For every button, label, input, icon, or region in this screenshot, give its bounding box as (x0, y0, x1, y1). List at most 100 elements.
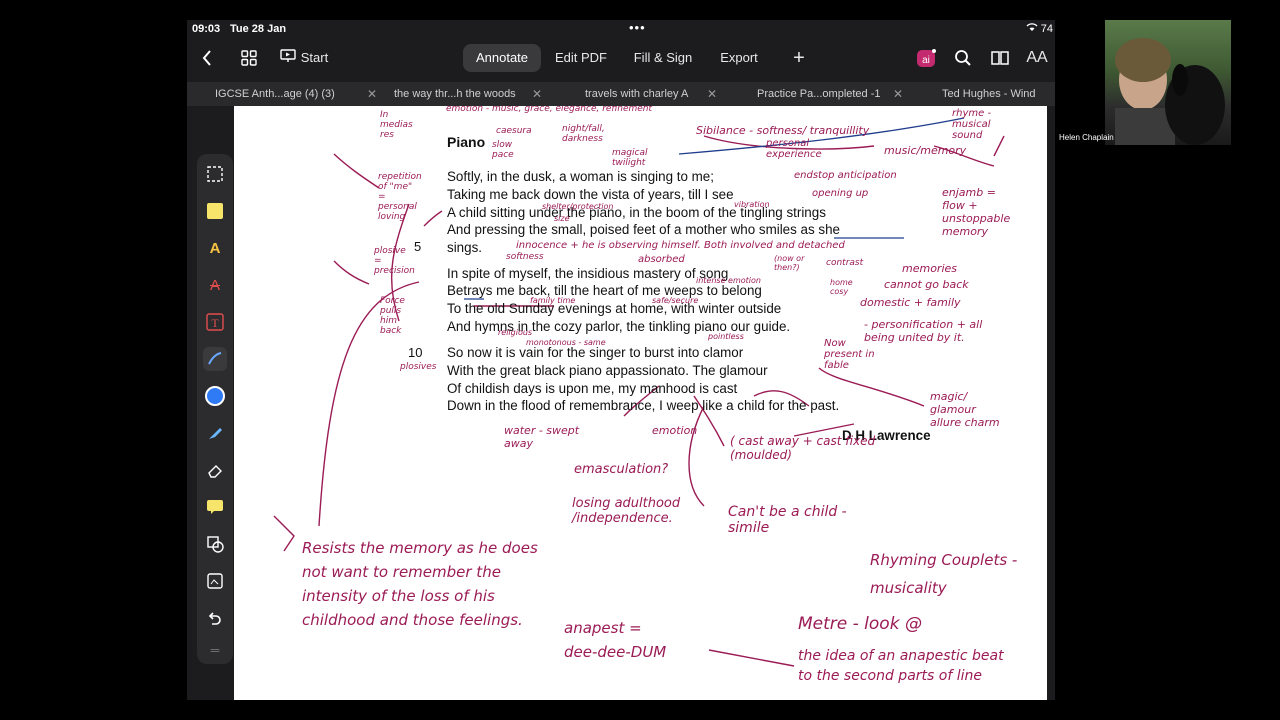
poem-line-6: In spite of myself, the insidious master… (447, 266, 729, 281)
annotation-enjamb: enjamb = flow + unstoppable memory (942, 186, 1011, 238)
search-icon[interactable] (949, 44, 977, 72)
annotation-intense-emotion: intense emotion (696, 276, 761, 285)
annotation-emasculation: emasculation? (574, 462, 669, 477)
close-icon[interactable]: ✕ (532, 82, 542, 106)
annotation-metre: Metre - look @ (798, 614, 922, 634)
annotate-tab[interactable]: Annotate (463, 44, 541, 72)
wifi-icon (1026, 23, 1041, 35)
annotation-softness: softness (506, 252, 544, 262)
chevron-left-icon[interactable] (193, 44, 221, 72)
annotation-vibration: vibration (734, 200, 770, 209)
export-tab[interactable]: Export (713, 44, 765, 72)
tab-igcse-anthology[interactable]: IGCSE Anth...age (4) (3) ✕ (215, 82, 377, 106)
annotation-now-present: Now present in fable (824, 338, 875, 371)
annotation-anapest: anapest = dee-dee-DUM (564, 619, 667, 661)
video-call-tile[interactable] (1105, 20, 1231, 145)
annotation-losing-adulthood: losing adulthood /independence. (572, 496, 681, 526)
poem-line-8: To the old Sunday evenings at home, with… (447, 301, 782, 316)
drag-handle-icon[interactable]: ═ (203, 638, 227, 662)
annotation-personification: - personification + all being united by … (864, 318, 983, 344)
edit-pdf-tab[interactable]: Edit PDF (549, 44, 613, 72)
document-tabs: IGCSE Anth...age (4) (3) ✕ the way thr...… (187, 82, 1055, 106)
annotation-rhyme: rhyme - musical sound (952, 108, 992, 141)
color-picker-icon[interactable] (203, 384, 227, 408)
tab-the-way-through-woods[interactable]: the way thr...h the woods ✕ (394, 82, 542, 106)
poem-line-7: Betrays me back, till the heart of me we… (447, 283, 762, 298)
annotation-shelter: shelter/protection (542, 202, 614, 211)
tab-travels-with-charley[interactable]: travels with charley A ✕ (585, 82, 717, 106)
annotation-water: water - swept away (504, 424, 580, 450)
add-button[interactable]: + (785, 44, 813, 72)
poem-title: Piano (447, 134, 486, 150)
annotation-night-fall: night/fall, darkness (562, 124, 605, 144)
annotation-innocence: innocence + he is observing himself. Bot… (516, 240, 845, 251)
shapes-icon[interactable] (203, 532, 227, 556)
undo-icon[interactable] (203, 606, 227, 630)
annotation-domestic-family: domestic + family (860, 296, 961, 309)
annotation-cast-away: ( cast away + cast fixed (moulded) (730, 434, 876, 462)
fill-sign-tab[interactable]: Fill & Sign (627, 44, 699, 72)
sticky-note-icon[interactable] (203, 199, 227, 223)
annotation-cant-be-child: Can't be a child - simile (728, 504, 847, 536)
annotation-contrast: contrast (826, 258, 864, 268)
svg-text:T: T (211, 316, 219, 330)
pen-icon[interactable] (203, 347, 227, 371)
multitask-dots[interactable]: ••• (629, 20, 646, 35)
status-bar: 09:03 Tue 28 Jan ••• 74 (187, 20, 1055, 38)
start-button[interactable]: Start (267, 44, 341, 72)
battery-level: 74 (1040, 23, 1053, 35)
tab-label: travels with charley A (585, 88, 689, 100)
poem-line-5: sings. (447, 240, 482, 255)
start-label: Start (300, 50, 329, 65)
poem-line-2: Taking me back down the vista of years, … (447, 187, 734, 202)
poem-line-1: Softly, in the dusk, a woman is singing … (447, 169, 714, 184)
annotation-opening-up: opening up (812, 188, 869, 199)
annotation-pointless: pointless (708, 332, 744, 341)
annotation-religious: religious (498, 328, 533, 337)
tab-ted-hughes-wind[interactable]: Ted Hughes - Wind (942, 82, 1036, 106)
presentation-icon (280, 45, 296, 73)
annotation-sibilance: Sibilance - softness/ tranquillity (696, 124, 870, 137)
annotation-monotonous: monotonous - same (526, 338, 606, 347)
annotation-memories: memories (902, 262, 958, 275)
status-time: 09:03 (192, 23, 221, 35)
annotation-slow-pace: slow pace (492, 140, 514, 160)
annotation-rhyming-couplets: Rhyming Couplets - musicality (870, 551, 1018, 597)
annotation-caesura: caesura (496, 126, 532, 136)
highlighter-icon[interactable] (203, 421, 227, 445)
poem-line-4: And pressing the small, poised feet of a… (447, 222, 840, 237)
annotation-magic-glamour: magic/ glamour allure charm (930, 390, 1000, 429)
annotation-now-or-then: (now or then?) (774, 254, 805, 272)
comment-icon[interactable] (203, 495, 227, 519)
annotation-plosives: plosives (400, 362, 437, 372)
participant-name: Helen Chaplain (1059, 133, 1114, 142)
strikethrough-icon[interactable]: A (203, 273, 227, 297)
text-highlight-icon[interactable]: A (203, 236, 227, 260)
battery-indicator: 74 (1026, 23, 1053, 35)
image-icon[interactable] (203, 569, 227, 593)
annotation-personal-experience: personal experience (766, 138, 822, 160)
text-box-icon[interactable]: T (203, 310, 227, 334)
close-icon[interactable]: ✕ (893, 82, 903, 106)
grid-icon[interactable] (235, 44, 263, 72)
tab-label: the way thr...h the woods (394, 88, 516, 100)
selection-icon[interactable] (203, 162, 227, 186)
tab-label: Practice Pa...ompleted -1 (757, 88, 881, 100)
annotation-idea: the idea of an anapestic beat to the sec… (798, 648, 1004, 684)
book-icon[interactable] (986, 44, 1014, 72)
tab-practice-paper[interactable]: Practice Pa...ompleted -1 ✕ (757, 82, 903, 106)
tab-label: Ted Hughes - Wind (942, 88, 1036, 100)
annotation-resists: Resists the memory as he does not want t… (302, 539, 538, 629)
close-icon[interactable]: ✕ (367, 82, 377, 106)
annotation-magical-twilight: magical twilight (612, 148, 648, 168)
participant-video (1115, 38, 1225, 145)
status-date: Tue 28 Jan (230, 23, 287, 35)
eraser-icon[interactable] (203, 458, 227, 482)
annotation-absorbed: absorbed (638, 254, 685, 265)
poem-line-11: With the great black piano appassionato.… (447, 363, 768, 378)
pdf-page[interactable]: Piano Softly, in the dusk, a woman is si… (234, 106, 1047, 700)
poem-line-10: So now it is vain for the singer to burs… (447, 345, 744, 360)
ai-assistant-icon[interactable]: ai (913, 44, 941, 72)
close-icon[interactable]: ✕ (707, 82, 717, 106)
text-size-button[interactable]: AA (1023, 44, 1051, 72)
